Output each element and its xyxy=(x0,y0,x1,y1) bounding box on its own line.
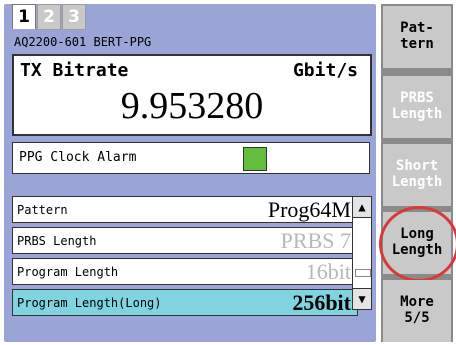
list-row-label: Pattern xyxy=(17,203,68,217)
softkey-label: PRBS Length xyxy=(391,90,443,122)
tx-bitrate-label: TX Bitrate xyxy=(20,60,129,81)
parameter-list: Pattern Prog64M PRBS Length PRBS 7 Progr… xyxy=(12,196,358,320)
softkey-more[interactable]: More 5/5 xyxy=(383,280,451,342)
tab-3[interactable]: 3 xyxy=(62,4,86,30)
tab-2[interactable]: 2 xyxy=(37,4,61,30)
tab-1[interactable]: 1 xyxy=(12,4,36,29)
list-scrollbar[interactable]: ▲ ▼ xyxy=(352,196,372,310)
list-row-prbs-length[interactable]: PRBS Length PRBS 7 xyxy=(12,227,358,254)
scroll-up-icon[interactable]: ▲ xyxy=(353,197,371,218)
ppg-clock-alarm-label: PPG Clock Alarm xyxy=(19,150,137,165)
list-row-value: 16bit xyxy=(305,259,351,284)
tx-bitrate-unit: Gbit/s xyxy=(292,60,358,81)
instrument-screen: 1 2 3 AQ2200-601 BERT-PPG TX Bitrate Gbi… xyxy=(0,0,456,345)
softkey-prbs-length[interactable]: PRBS Length xyxy=(383,76,451,138)
list-row-value: 256bit xyxy=(292,290,351,315)
softkey-label: Short Length xyxy=(391,158,443,190)
tab-bar: 1 2 3 xyxy=(4,4,376,30)
softkey-label: More 5/5 xyxy=(400,294,434,326)
scroll-thumb[interactable] xyxy=(355,269,371,277)
ppg-clock-alarm-panel: PPG Clock Alarm xyxy=(12,142,370,174)
softkey-label: Pat- tern xyxy=(400,20,434,52)
list-row-value: PRBS 7 xyxy=(280,228,351,253)
list-row-program-length[interactable]: Program Length 16bit xyxy=(12,258,358,285)
list-row-program-length-long[interactable]: Program Length(Long) 256bit xyxy=(12,289,358,316)
list-row-label: Program Length xyxy=(17,265,119,279)
scroll-down-icon[interactable]: ▼ xyxy=(353,288,371,309)
list-row-label: Program Length(Long) xyxy=(17,296,162,310)
list-row-label: PRBS Length xyxy=(17,234,97,248)
softkey-pattern[interactable]: Pat- tern xyxy=(383,6,451,68)
tx-bitrate-value: 9.953280 xyxy=(120,85,264,127)
list-row-pattern[interactable]: Pattern Prog64M xyxy=(12,196,358,223)
softkey-short-length[interactable]: Short Length xyxy=(383,144,451,206)
list-row-value: Prog64M xyxy=(267,197,351,222)
tx-bitrate-panel[interactable]: TX Bitrate Gbit/s 9.953280 xyxy=(12,54,372,136)
instrument-title: AQ2200-601 BERT-PPG xyxy=(14,35,152,49)
softkey-long-length[interactable]: Long Length xyxy=(379,206,456,282)
softkey-label: Long Length xyxy=(391,226,443,258)
softkey-panel: Pat- tern PRBS Length Short Length Long … xyxy=(379,4,456,342)
alarm-status-led xyxy=(243,147,267,171)
